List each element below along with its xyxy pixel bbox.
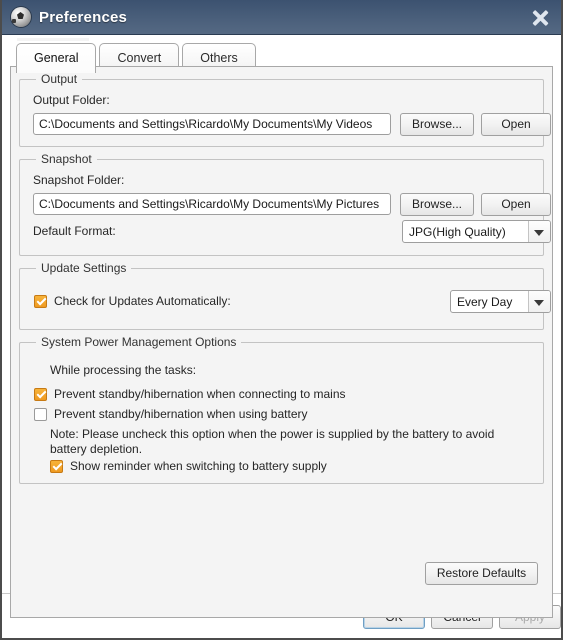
output-browse-button[interactable]: Browse...: [400, 113, 474, 136]
prevent-standby-battery-checkbox[interactable]: [34, 408, 47, 421]
show-reminder-checkbox[interactable]: [50, 460, 63, 473]
power-note-text: Note: Please uncheck this option when th…: [50, 427, 495, 456]
snapshot-folder-label: Snapshot Folder:: [33, 173, 125, 187]
output-group-legend: Output: [36, 72, 83, 86]
default-format-value: JPG(High Quality): [409, 224, 506, 239]
power-management-legend: System Power Management Options: [36, 335, 242, 349]
prevent-standby-mains-checkbox[interactable]: [34, 388, 47, 401]
general-tab-panel: Output Output Folder: Browse... Open Sna…: [10, 66, 553, 618]
power-management-group: System Power Management Options While pr…: [19, 335, 544, 484]
snapshot-group-legend: Snapshot: [36, 152, 97, 166]
default-format-select[interactable]: JPG(High Quality): [402, 220, 551, 243]
output-folder-label: Output Folder:: [33, 93, 110, 107]
update-interval-value: Every Day: [457, 294, 513, 309]
check-updates-label: Check for Updates Automatically:: [54, 294, 231, 308]
tab-general[interactable]: General: [16, 43, 97, 73]
prevent-standby-battery-label: Prevent standby/hibernation when using b…: [54, 407, 308, 421]
prevent-standby-mains-row[interactable]: Prevent standby/hibernation when connect…: [34, 387, 346, 401]
tab-general-label: General: [34, 51, 79, 65]
update-settings-legend: Update Settings: [36, 261, 132, 275]
show-reminder-label: Show reminder when switching to battery …: [70, 459, 327, 473]
prevent-standby-mains-label: Prevent standby/hibernation when connect…: [54, 387, 346, 401]
chevron-down-icon[interactable]: [528, 221, 550, 242]
show-reminder-row[interactable]: Show reminder when switching to battery …: [50, 459, 327, 473]
app-sphere-icon: [11, 7, 31, 27]
snapshot-folder-input[interactable]: [33, 193, 391, 215]
prevent-standby-battery-row[interactable]: Prevent standby/hibernation when using b…: [34, 407, 308, 421]
tab-selection-mask: [17, 38, 89, 41]
check-updates-checkbox[interactable]: [34, 295, 47, 308]
snapshot-group: Snapshot Snapshot Folder: Browse... Open…: [19, 152, 551, 256]
output-open-button[interactable]: Open: [481, 113, 551, 136]
preferences-window: Preferences General Convert Others Outpu…: [0, 0, 563, 640]
tab-convert-label: Convert: [117, 51, 162, 65]
title-bar: Preferences: [2, 0, 561, 35]
output-folder-input[interactable]: [33, 113, 391, 135]
window-title: Preferences: [39, 8, 128, 26]
snapshot-browse-button[interactable]: Browse...: [400, 193, 474, 216]
close-icon[interactable]: [529, 7, 551, 29]
check-updates-row[interactable]: Check for Updates Automatically:: [34, 294, 231, 308]
update-settings-group: Update Settings Check for Updates Automa…: [19, 261, 551, 330]
chevron-down-icon[interactable]: [528, 291, 550, 312]
snapshot-open-button[interactable]: Open: [481, 193, 551, 216]
restore-defaults-button[interactable]: Restore Defaults: [425, 562, 538, 585]
update-interval-select[interactable]: Every Day: [450, 290, 551, 313]
output-group: Output Output Folder: Browse... Open: [19, 72, 551, 147]
tab-others-label: Others: [200, 51, 238, 65]
power-intro-text: While processing the tasks:: [50, 363, 197, 377]
default-format-label: Default Format:: [33, 224, 116, 238]
